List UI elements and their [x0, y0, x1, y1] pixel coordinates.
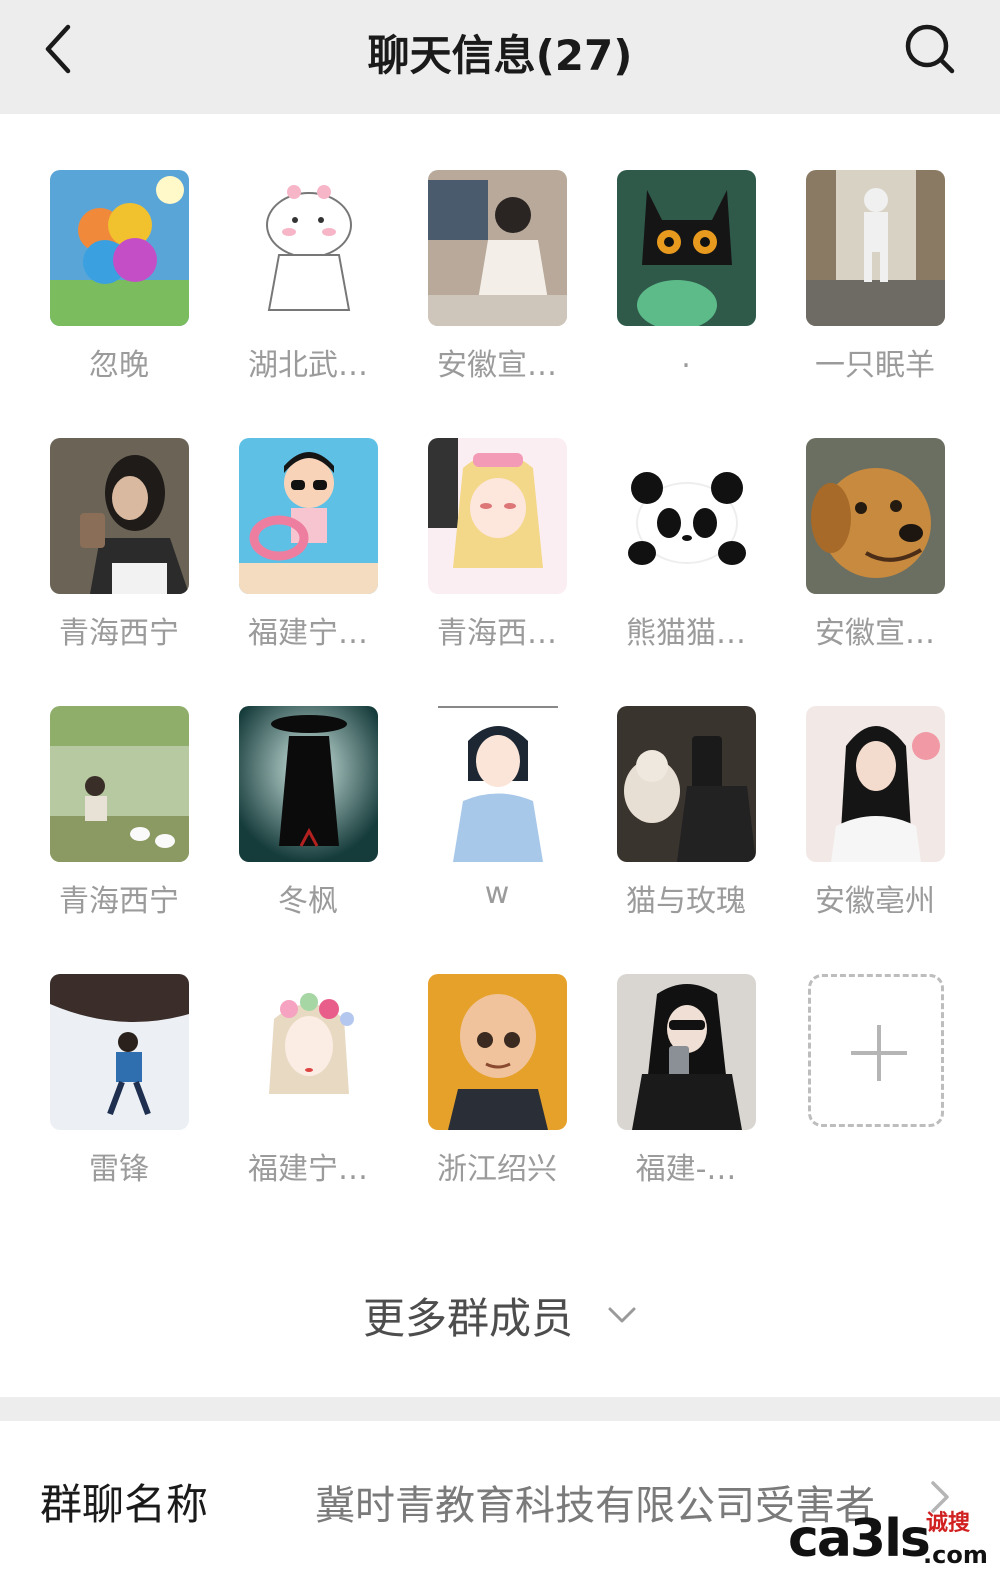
avatar	[239, 170, 378, 326]
avatar	[806, 170, 945, 326]
avatar	[239, 974, 378, 1130]
member-name: .	[681, 340, 691, 375]
member-name: 青海西宁	[59, 884, 179, 919]
search-button[interactable]	[895, 14, 965, 84]
plus-icon	[877, 1025, 881, 1081]
avatar	[806, 438, 945, 594]
member-item[interactable]: 安徽亳州	[800, 706, 950, 936]
avatar	[50, 438, 189, 594]
avatar	[428, 438, 567, 594]
member-item[interactable]: 猫与玫瑰	[611, 706, 761, 936]
member-name: 猫与玫瑰	[626, 884, 746, 919]
avatar	[428, 974, 567, 1130]
member-item[interactable]: 安徽宣…	[800, 438, 950, 668]
member-name: 福建宁…	[248, 1152, 368, 1187]
member-item[interactable]: 青海西宁	[44, 706, 194, 936]
member-name: 一只眠羊	[815, 348, 935, 383]
watermark-text: ca3ls	[788, 1509, 931, 1569]
member-grid: 忽晚 湖北武… 安徽宣… . 一只眠羊 青海西宁 福建宁… 青海西… 熊猫猫… …	[0, 114, 1000, 1398]
member-item[interactable]: 冬枫	[233, 706, 383, 936]
avatar	[617, 170, 756, 326]
member-item[interactable]: 安徽宣…	[422, 170, 572, 400]
watermark-logo: ca3ls 诚搜 .com	[788, 1505, 998, 1571]
member-name: 青海西宁	[59, 616, 179, 651]
member-name: 雷锋	[89, 1152, 149, 1187]
member-name: 湖北武…	[248, 348, 368, 383]
chevron-down-icon	[608, 1307, 636, 1323]
watermark-domain: .com	[923, 1541, 988, 1569]
group-name-label: 群聊名称	[40, 1480, 209, 1529]
member-item[interactable]: 青海西…	[422, 438, 572, 668]
member-name: 冬枫	[278, 884, 338, 919]
member-item[interactable]: 忽晚	[44, 170, 194, 400]
member-item[interactable]: 雷锋	[44, 974, 194, 1204]
top-bar: 聊天信息(27)	[0, 0, 1000, 114]
member-name: 福建宁…	[248, 616, 368, 651]
member-name: 安徽亳州	[815, 884, 935, 919]
avatar	[50, 170, 189, 326]
add-member-button[interactable]	[808, 974, 944, 1127]
member-item[interactable]: 福建-…	[611, 974, 761, 1204]
member-item[interactable]: 福建宁…	[233, 438, 383, 668]
member-name: 青海西…	[437, 616, 557, 651]
avatar	[239, 438, 378, 594]
member-name: 福建-…	[635, 1152, 737, 1187]
member-name: 安徽宣…	[437, 348, 557, 383]
page-title: 聊天信息(27)	[367, 31, 633, 80]
member-item[interactable]: 青海西宁	[44, 438, 194, 668]
avatar	[806, 706, 945, 862]
avatar	[617, 706, 756, 862]
member-name: 浙江绍兴	[437, 1152, 557, 1187]
member-name: 熊猫猫…	[626, 616, 746, 651]
avatar	[239, 706, 378, 862]
member-item[interactable]: 浙江绍兴	[422, 974, 572, 1204]
search-icon	[905, 24, 955, 74]
more-members-button[interactable]: 更多群成员	[0, 1280, 1000, 1350]
watermark-sub: 诚搜	[926, 1511, 971, 1536]
member-item[interactable]: 一只眠羊	[800, 170, 950, 400]
avatar	[428, 706, 567, 862]
member-item[interactable]: 福建宁…	[233, 974, 383, 1204]
avatar	[428, 170, 567, 326]
more-members-label: 更多群成员	[362, 1293, 573, 1343]
avatar	[617, 974, 756, 1130]
member-item[interactable]: 熊猫猫…	[611, 438, 761, 668]
member-item[interactable]: w	[422, 706, 572, 936]
member-name: 安徽宣…	[815, 616, 935, 651]
member-item[interactable]: .	[611, 170, 761, 400]
section-divider	[0, 1397, 1000, 1421]
avatar	[50, 974, 189, 1130]
avatar	[50, 706, 189, 862]
member-name: 忽晚	[89, 348, 149, 383]
member-item[interactable]: 湖北武…	[233, 170, 383, 400]
avatar	[617, 438, 756, 594]
member-name: w	[484, 876, 510, 911]
